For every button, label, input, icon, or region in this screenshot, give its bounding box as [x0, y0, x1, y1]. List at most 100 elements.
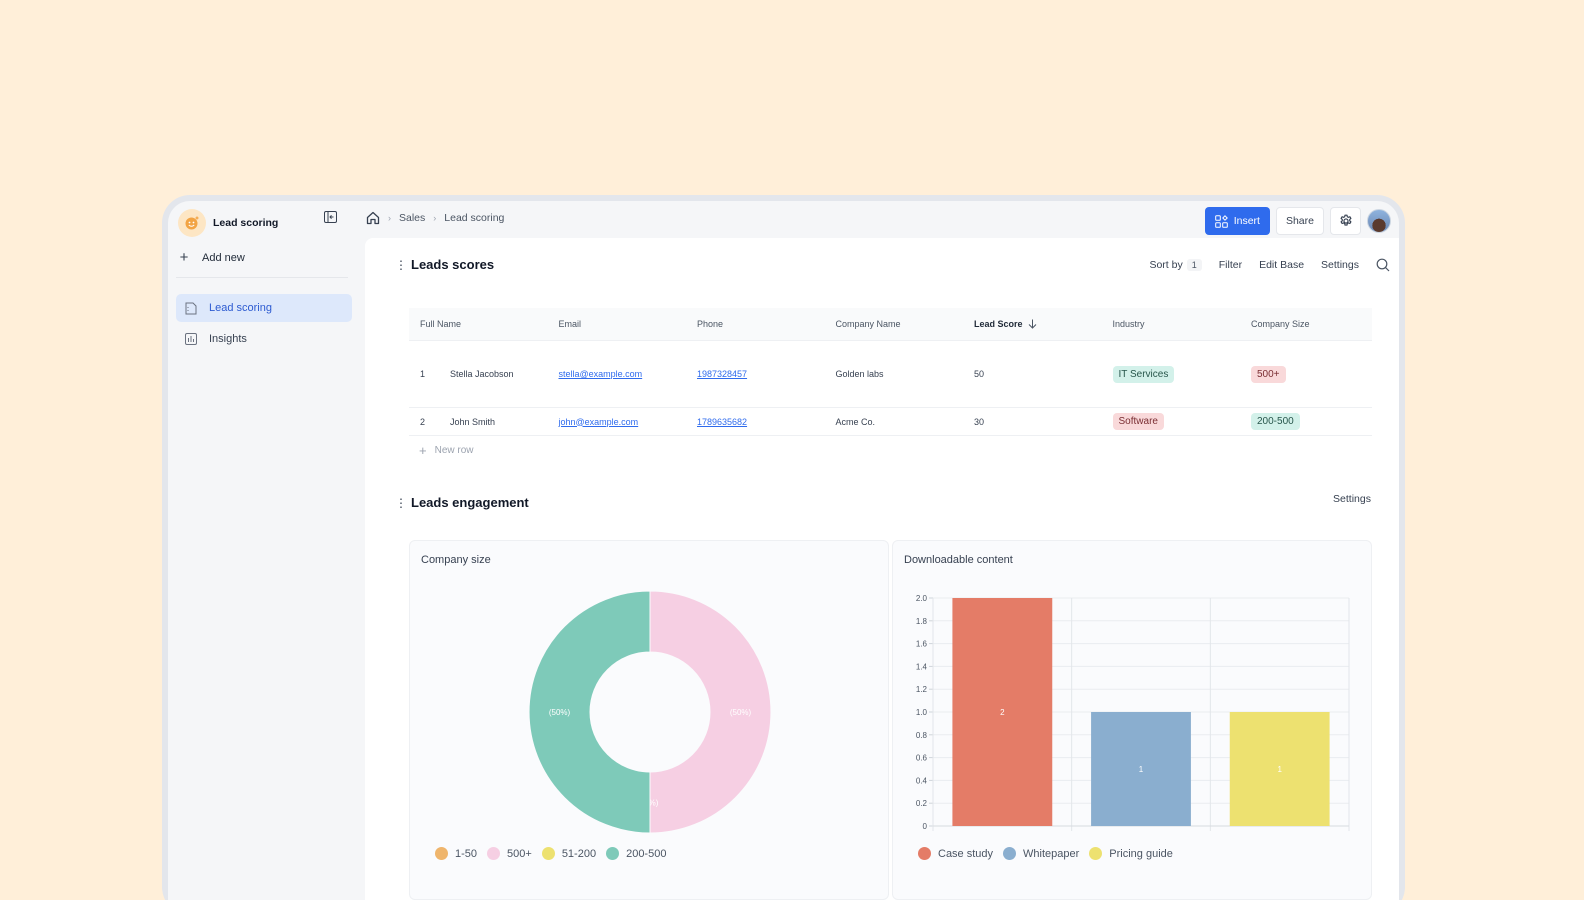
- email-link[interactable]: stella@example.com: [559, 369, 643, 379]
- column-header[interactable]: Company Size: [1240, 319, 1379, 329]
- filter-button[interactable]: Filter: [1219, 259, 1242, 271]
- cell-email: john@example.com: [548, 417, 687, 427]
- table-row[interactable]: 1 Stella Jacobson stella@example.com 1987…: [409, 341, 1372, 408]
- sort-desc-icon: [1028, 319, 1037, 329]
- legend-swatch: [487, 847, 501, 860]
- row-index: 2: [420, 416, 426, 427]
- settings-button[interactable]: [1330, 207, 1361, 235]
- legend-label: 200-500: [626, 847, 667, 860]
- email-link[interactable]: john@example.com: [559, 417, 639, 427]
- cell-company: Acme Co.: [835, 416, 876, 427]
- device-frame: Lead scoring + Add new Lead scoring Insi…: [162, 195, 1405, 900]
- new-row-button[interactable]: + New row: [409, 436, 1372, 464]
- leads-scores-header: ⋮ Leads scores: [395, 257, 494, 272]
- edit-base-button[interactable]: Edit Base: [1259, 259, 1304, 271]
- cell-full-name: 2 John Smith: [409, 417, 548, 427]
- cell-lead-score: 50: [974, 369, 985, 379]
- add-new-button[interactable]: + Add new: [176, 249, 245, 266]
- industry-tag: IT Services: [1112, 365, 1175, 383]
- sort-count-badge: 1: [1186, 259, 1202, 271]
- leads-table: Full Name Email Phone Company Name Lead …: [409, 308, 1372, 464]
- sidebar-item-insights[interactable]: Insights: [176, 325, 352, 353]
- breadcrumb-item-sales[interactable]: Sales: [399, 212, 425, 224]
- legend-label: 51-200: [561, 847, 597, 860]
- engagement-settings-link[interactable]: Settings: [1333, 493, 1371, 505]
- section-title: Leads engagement: [411, 495, 529, 510]
- y-tick-label: 1.8: [916, 617, 928, 626]
- y-tick-label: 1.0: [916, 708, 928, 717]
- home-icon[interactable]: [366, 211, 380, 225]
- insert-button[interactable]: Insert: [1204, 207, 1270, 235]
- sidebar-item-label: Lead scoring: [209, 302, 272, 314]
- downloadable-content-card: Downloadable content 0 0.2 0.4 0.6 0.8 1.0 1.2…: [892, 540, 1372, 900]
- industry-tag: Software: [1112, 413, 1164, 430]
- legend-item[interactable]: Case study: [918, 847, 993, 860]
- legend-item[interactable]: 200-500: [606, 847, 666, 860]
- add-new-label: Add new: [202, 251, 245, 264]
- donut-slice[interactable]: [528, 590, 651, 834]
- phone-link[interactable]: 1789635682: [697, 417, 747, 427]
- cell-email: stella@example.com: [548, 369, 687, 379]
- share-button[interactable]: Share: [1275, 207, 1324, 235]
- collapse-sidebar-button[interactable]: [322, 209, 338, 225]
- main-content: ⋮ Leads scores Sort by 1 Filter Edit Base…: [365, 238, 1399, 900]
- insert-label: Insert: [1233, 215, 1260, 227]
- table-row[interactable]: 2 John Smith john@example.com 1789635682 …: [409, 408, 1372, 436]
- settings-link[interactable]: Settings: [1321, 259, 1359, 271]
- column-header[interactable]: Email: [548, 319, 687, 329]
- legend-label: Pricing guide: [1109, 847, 1173, 860]
- top-actions: Insert Share: [1204, 207, 1391, 235]
- document-icon: [184, 301, 198, 315]
- legend-swatch: [1089, 847, 1103, 860]
- full-name: Stella Jacobson: [450, 369, 514, 379]
- legend-item[interactable]: 51-200: [541, 847, 597, 860]
- chevron-right-icon: ›: [433, 213, 437, 223]
- engagement-toolbar: Settings: [1316, 493, 1371, 505]
- kebab-menu-icon[interactable]: ⋮: [395, 259, 407, 271]
- sidebar-item-lead-scoring[interactable]: Lead scoring: [176, 294, 352, 322]
- legend-item[interactable]: 1-50: [435, 847, 477, 860]
- cell-industry: Software: [1102, 413, 1241, 430]
- y-tick-label: 0.4: [916, 776, 928, 785]
- leads-engagement-header: ⋮ Leads engagement: [395, 495, 529, 510]
- kebab-menu-icon[interactable]: ⋮: [395, 497, 407, 509]
- plus-icon: +: [179, 249, 189, 266]
- column-header-lead-score[interactable]: Lead Score: [963, 319, 1102, 329]
- search-icon[interactable]: [1376, 258, 1390, 272]
- slice-label: (50%): [730, 708, 752, 717]
- breadcrumb-item-current: Lead scoring: [444, 212, 505, 224]
- sort-by-label: Sort by: [1149, 259, 1183, 271]
- legend-item[interactable]: 500+: [487, 847, 532, 860]
- new-row-label: New row: [434, 444, 474, 456]
- bar-value-label: 2: [1000, 708, 1005, 717]
- legend-item[interactable]: Whitepaper: [1003, 847, 1079, 860]
- y-tick-label: 0.2: [916, 799, 928, 808]
- bar-chart: 0 0.2 0.4 0.6 0.8 1.0 1.2 1.4 1.6 1.8 2.0 2 1 1: [916, 594, 1350, 831]
- y-tick-label: 0.6: [916, 754, 928, 763]
- y-tick-label: 0: [923, 822, 928, 831]
- donut-slice[interactable]: [649, 590, 772, 834]
- y-tick-label: 1.2: [916, 685, 928, 694]
- y-tick-label: 1.4: [916, 662, 928, 671]
- app-title: Lead scoring: [213, 217, 279, 229]
- legend-swatch: [541, 847, 555, 860]
- column-header[interactable]: Phone: [686, 319, 825, 329]
- company-size-card: Company size (0%)(50%)(0%)(50%) 1-50500+…: [409, 540, 889, 900]
- legend-label: 1-50: [455, 847, 478, 860]
- grid-plus-icon: [1214, 214, 1228, 228]
- legend-item[interactable]: Pricing guide: [1089, 847, 1173, 860]
- y-tick-label: 1.6: [916, 640, 928, 649]
- column-header[interactable]: Full Name: [409, 319, 548, 329]
- column-header[interactable]: Industry: [1102, 319, 1241, 329]
- phone-link[interactable]: 1987328457: [697, 369, 747, 379]
- sort-by-button[interactable]: Sort by 1: [1149, 259, 1202, 271]
- y-tick-label: 2.0: [916, 594, 928, 603]
- legend-swatch: [606, 847, 620, 860]
- cell-phone: 1789635682: [686, 417, 825, 427]
- cell-phone: 1987328457: [686, 369, 825, 379]
- cell-lead-score: 30: [974, 416, 985, 427]
- column-header[interactable]: Company Name: [825, 319, 964, 329]
- user-avatar[interactable]: [1367, 209, 1391, 233]
- donut-legend: 1-50 500+ 51-200 200-500: [435, 847, 676, 860]
- section-title: Leads scores: [411, 257, 495, 272]
